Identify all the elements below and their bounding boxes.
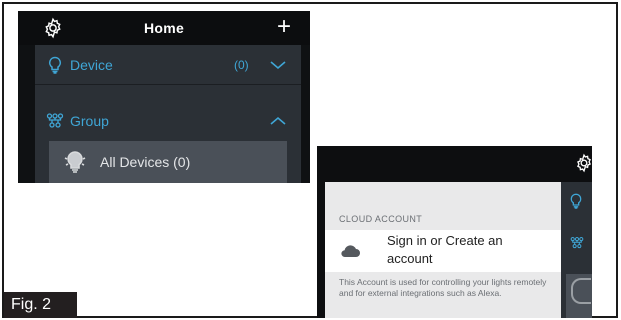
group-nodes-icon bbox=[46, 113, 64, 128]
cloud-account-screen: CLOUD ACCOUNT Sign in or Create an accou… bbox=[317, 146, 592, 318]
figure-label: Fig. 2 bbox=[4, 292, 77, 318]
group-row[interactable]: Group bbox=[35, 101, 301, 141]
device-count: (0) bbox=[234, 58, 249, 72]
collapsed-sidebar bbox=[561, 182, 592, 318]
all-devices-item[interactable]: All Devices (0) bbox=[49, 141, 287, 183]
home-screen: Home + Device (0) Group All Devices (0) bbox=[18, 11, 310, 183]
chevron-up-icon[interactable] bbox=[270, 114, 286, 128]
page-title: Home bbox=[143, 20, 185, 36]
group-label: Group bbox=[70, 113, 109, 129]
device-row[interactable]: Device (0) bbox=[35, 45, 301, 85]
gear-icon[interactable] bbox=[574, 153, 592, 173]
chevron-down-icon[interactable] bbox=[270, 58, 286, 72]
group-nodes-icon[interactable] bbox=[568, 236, 586, 250]
section-label: CLOUD ACCOUNT bbox=[339, 214, 423, 224]
bulb-icon[interactable] bbox=[566, 274, 592, 318]
cloud-icon bbox=[341, 245, 360, 258]
lightbulb-icon[interactable] bbox=[568, 192, 584, 210]
bulb-icon bbox=[64, 151, 86, 173]
device-label: Device bbox=[70, 57, 113, 73]
lightbulb-icon bbox=[48, 56, 62, 74]
plus-icon[interactable]: + bbox=[274, 15, 294, 39]
account-description: This Account is used for controlling you… bbox=[339, 277, 547, 298]
app-header: Home + bbox=[18, 11, 310, 45]
sign-in-button[interactable]: Sign in or Create an account bbox=[325, 230, 561, 272]
sign-in-label: Sign in or Create an account bbox=[387, 233, 503, 266]
all-devices-label: All Devices (0) bbox=[100, 154, 191, 170]
device-panel: Device (0) Group All Devices (0) bbox=[35, 45, 301, 183]
settings-sheet: CLOUD ACCOUNT Sign in or Create an accou… bbox=[325, 182, 561, 318]
